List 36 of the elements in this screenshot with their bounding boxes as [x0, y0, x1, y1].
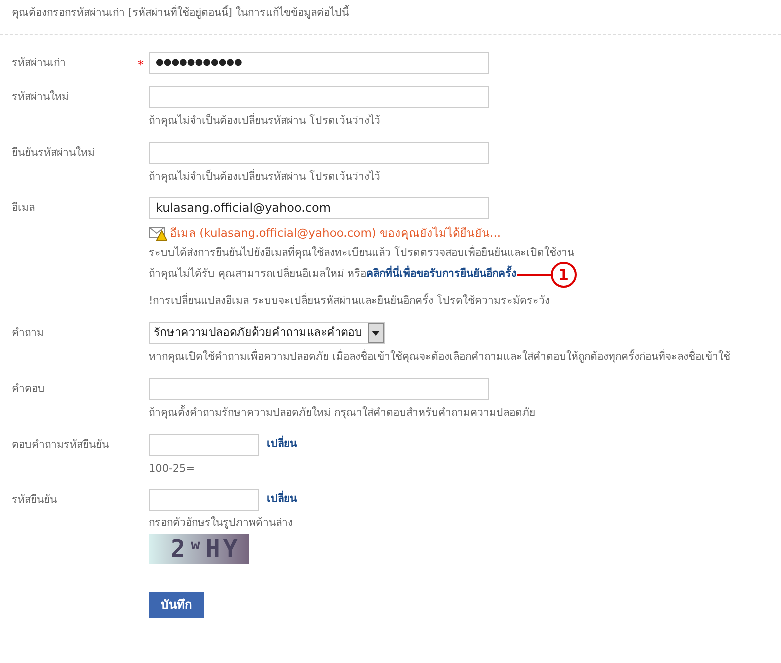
field-label: คำตอบ	[12, 382, 46, 397]
email-field[interactable]: kulasang.official@yahoo.com	[149, 197, 489, 220]
warning-text: อีเมล (kulasang.official@yahoo.com) ของคุณยังไม่ได้ยืนยัน...	[170, 225, 502, 242]
captcha-question: 100-25=	[149, 462, 196, 476]
question-dropdown[interactable]: รักษาความปลอดภัยด้วยคำถามและคำตอบ	[149, 322, 385, 344]
resend-text: ถ้าคุณไม่ได้รับ คุณสามารถเปลี่ยนอีเมลใหม่ หรือ	[149, 267, 367, 282]
change-link[interactable]: เปลี่ยน	[267, 492, 297, 508]
field-label: รหัสยืนยัน	[12, 493, 58, 508]
field-label: อีเมล	[12, 201, 36, 216]
mail-warning-icon	[149, 226, 167, 241]
input-field[interactable]	[149, 489, 259, 512]
password-field[interactable]: ●●●●●●●●●●●	[149, 52, 489, 74]
save-button[interactable]: บันทึก	[149, 592, 204, 618]
captcha-image: 2ʷHY	[149, 534, 249, 564]
leader-line	[516, 273, 551, 278]
field-label: รหัสผ่านเก่า	[12, 56, 67, 71]
password-field[interactable]	[149, 86, 489, 108]
resend-link[interactable]: คลิกที่นี่เพื่อขอรับการยืนยันอีกครั้ง	[366, 267, 517, 284]
field-label: คำถาม	[12, 326, 45, 341]
caution-text: !การเปลี่ยนแปลงอีเมล ระบบจะเปลี่ยนรหัสผ่านและยืนยันอีกครั้ง โปรดใช้ความระมัดระวัง	[149, 294, 551, 310]
input-field[interactable]	[149, 378, 489, 400]
hint-text: กรอกตัวอักษรในรูปภาพด้านล่าง	[149, 516, 294, 532]
hint-text: ถ้าคุณไม่จำเป็นต้องเปลี่ยนรหัสผ่าน โปรดเว้นว่างไว้	[149, 114, 382, 129]
dropdown-arrow-icon	[372, 330, 380, 336]
notice-text: ระบบได้ส่งการยืนยันไปยังอีเมลที่คุณใช้ลงทะเบียนแล้ว โปรดตรวจสอบเพื่อยืนยันและเปิดใช้งาน	[149, 246, 576, 261]
change-link[interactable]: เปลี่ยน	[267, 436, 297, 452]
required-mark: *	[138, 58, 144, 72]
hint-text: หากคุณเปิดใช้คำถามเพื่อความปลอดภัย เมื่อลงชื่อเข้าใช้คุณจะต้องเลือกคำถามและใส่คำตอบให้ถูกต้องทุกครั้งก่อนที่จะลงชื่อเข้าใช้	[149, 350, 732, 365]
hint-text: ถ้าคุณตั้งคำถามรักษาความปลอดภัยใหม่ กรุณาใส่คำตอบสำหรับคำถามความปลอดภัย	[149, 406, 536, 421]
field-label: ตอบคำถามรหัสยืนยัน	[12, 438, 110, 452]
field-label: ยืนยันรหัสผ่านใหม่	[12, 146, 96, 160]
input-field[interactable]	[149, 434, 259, 456]
intro-text: คุณต้องกรอกรหัสผ่านเก่า [รหัสผ่านที่ใช้อยู่ตอนนี้] ในการแก้ไขข้อมูลต่อไปนี้	[0, 6, 781, 35]
hint-text: ถ้าคุณไม่จำเป็นต้องเปลี่ยนรหัสผ่าน โปรดเว้นว่างไว้	[149, 170, 382, 185]
password-field[interactable]	[149, 142, 489, 164]
field-label: รหัสผ่านใหม่	[12, 90, 70, 105]
